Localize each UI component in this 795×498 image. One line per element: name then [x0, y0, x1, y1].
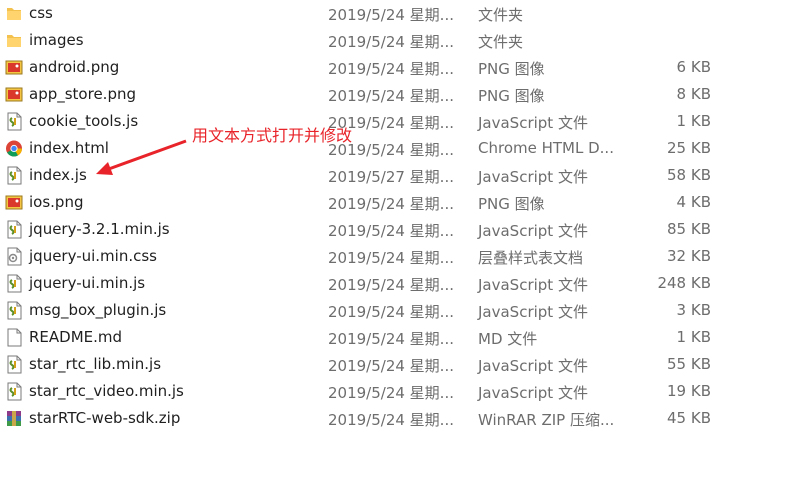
annotation-text: 用文本方式打开并修改: [192, 126, 353, 145]
annotation-arrow: [96, 139, 187, 175]
